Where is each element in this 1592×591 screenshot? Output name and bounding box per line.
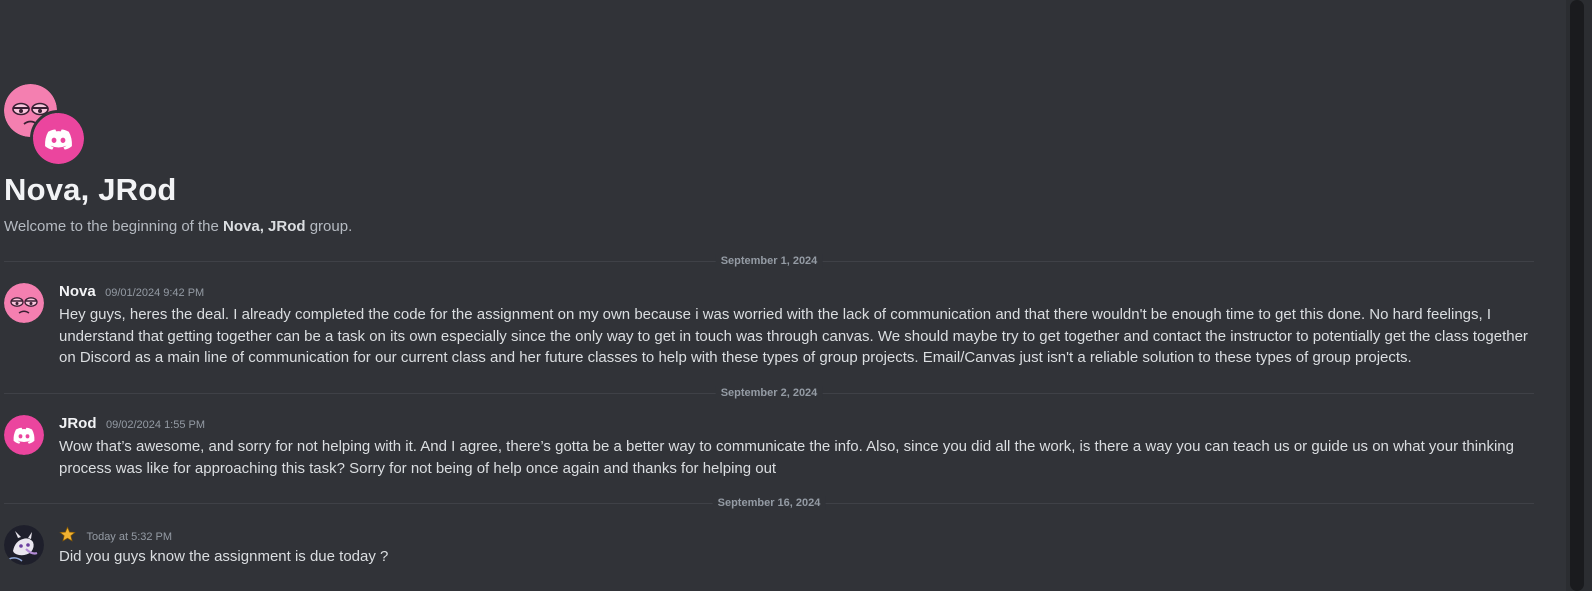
group-title: Nova, JRod (4, 172, 177, 207)
message-timestamp[interactable]: 09/01/2024 9:42 PM (105, 287, 204, 299)
date-divider: September 1, 2024 (4, 254, 1534, 268)
date-divider: September 16, 2024 (4, 496, 1534, 510)
message-timestamp[interactable]: 09/02/2024 1:55 PM (106, 419, 205, 431)
message-header: Today at 5:32 PM (59, 526, 172, 545)
message-text: Did you guys know the assignment is due … (59, 548, 389, 565)
group-icon (4, 84, 87, 167)
message-timestamp[interactable]: Today at 5:32 PM (86, 531, 172, 543)
date-divider-label: September 2, 2024 (715, 386, 823, 400)
chat-scroller[interactable]: Nova, JRod Welcome to the beginning of t… (0, 0, 1566, 591)
date-divider-label: September 1, 2024 (715, 254, 823, 268)
discord-avatar-icon[interactable] (4, 415, 44, 455)
message-text: Wow that’s awesome, and sorry for not he… (59, 438, 1514, 477)
discord-avatar-icon (30, 110, 87, 167)
mewtwo-avatar-icon[interactable] (4, 525, 44, 565)
welcome-suffix: group. (305, 218, 353, 235)
message-header: JRod 09/02/2024 1:55 PM (59, 415, 205, 433)
date-divider: September 2, 2024 (4, 386, 1534, 400)
welcome-prefix: Welcome to the beginning of the (4, 218, 224, 235)
welcome-text: Welcome to the beginning of the Nova, JR… (4, 218, 352, 235)
date-divider-label: September 16, 2024 (712, 496, 826, 510)
nova-avatar-icon[interactable] (4, 283, 44, 323)
scrollbar-thumb[interactable] (1570, 0, 1584, 591)
star-icon[interactable] (59, 526, 76, 543)
message-text: Hey guys, heres the deal. I already comp… (59, 306, 1528, 366)
message-author[interactable]: Nova (59, 283, 96, 300)
message-author[interactable]: JRod (59, 415, 97, 432)
message-header: Nova 09/01/2024 9:42 PM (59, 283, 204, 301)
welcome-group-name: Nova, JRod (223, 218, 306, 235)
